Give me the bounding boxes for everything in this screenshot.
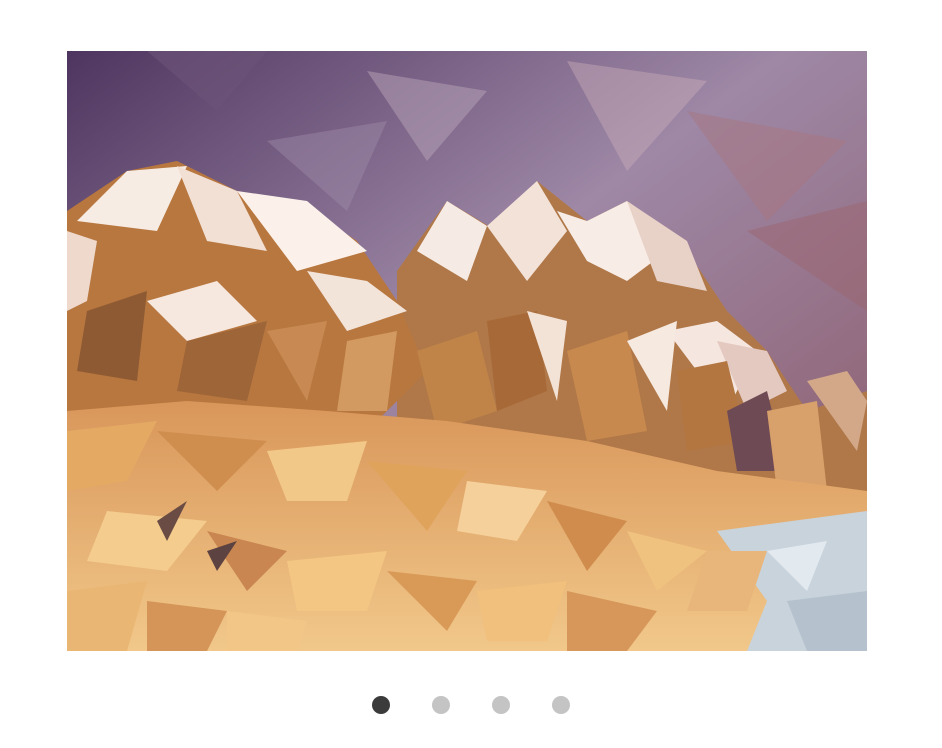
carousel-dot-2[interactable] — [432, 696, 450, 714]
carousel-slide-image[interactable] — [67, 51, 867, 651]
carousel-dot-3[interactable] — [492, 696, 510, 714]
carousel-dot-1[interactable] — [372, 696, 390, 714]
low-poly-landscape-image — [67, 51, 867, 651]
carousel-dot-4[interactable] — [552, 696, 570, 714]
carousel-pagination — [0, 695, 942, 715]
image-carousel — [0, 0, 942, 748]
